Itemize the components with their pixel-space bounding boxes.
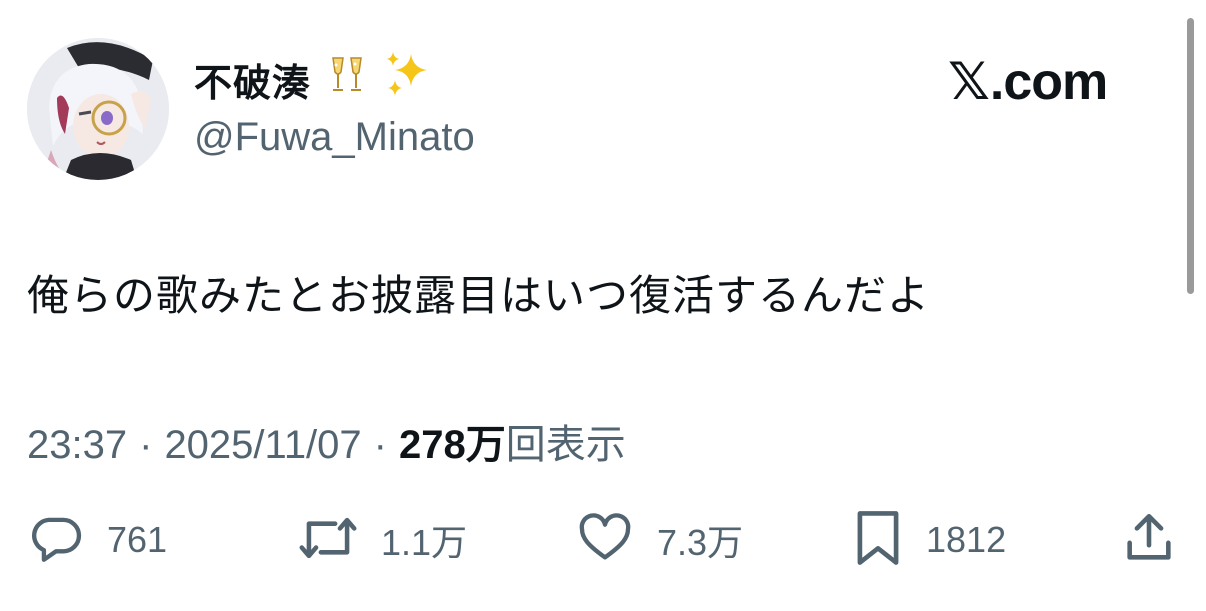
repost-button[interactable]: 1.1万 — [297, 505, 467, 575]
bookmark-icon — [852, 507, 904, 574]
avatar[interactable] — [27, 38, 169, 180]
champagne-glasses-emoji — [325, 52, 369, 106]
x-logo: 𝕏 .com — [948, 52, 1108, 112]
like-button[interactable]: 7.3万 — [575, 505, 743, 575]
share-icon — [1122, 509, 1176, 572]
bookmark-button[interactable]: 1812 — [852, 505, 1006, 575]
share-button[interactable] — [1122, 505, 1176, 575]
avatar-illustration — [27, 38, 169, 180]
tweet-meta: 23:37 · 2025/11/07 · 278万 回表示 — [27, 412, 626, 470]
heart-icon — [575, 509, 635, 572]
author-name-row[interactable]: 不破湊 — [194, 52, 435, 106]
reply-button[interactable]: 761 — [27, 505, 167, 575]
repost-count: 1.1万 — [381, 522, 468, 563]
views-label: 回表示 — [505, 423, 626, 467]
separator: · — [139, 423, 153, 467]
views-count[interactable]: 278万 — [399, 412, 506, 470]
x-icon: 𝕏 — [948, 53, 990, 111]
action-bar: 761 1.1万 7.3万 1812 — [0, 505, 1206, 575]
repost-icon — [297, 509, 359, 572]
tweet-text: 俺らの歌みたとお披露目はいつ復活するんだよ — [27, 272, 931, 319]
scrollbar[interactable] — [1187, 18, 1194, 294]
separator: · — [373, 423, 387, 467]
brand-label: .com — [989, 53, 1108, 111]
author-handle[interactable]: @Fuwa_Minato — [194, 115, 475, 160]
sparkles-emoji — [383, 50, 435, 108]
bookmark-count: 1812 — [926, 519, 1007, 560]
like-count: 7.3万 — [657, 522, 744, 563]
reply-icon — [27, 509, 85, 572]
reply-count: 761 — [107, 519, 168, 560]
tweet-date[interactable]: 2025/11/07 — [164, 423, 361, 468]
tweet-time[interactable]: 23:37 — [27, 423, 127, 468]
author-display-name[interactable]: 不破湊 — [194, 52, 311, 107]
